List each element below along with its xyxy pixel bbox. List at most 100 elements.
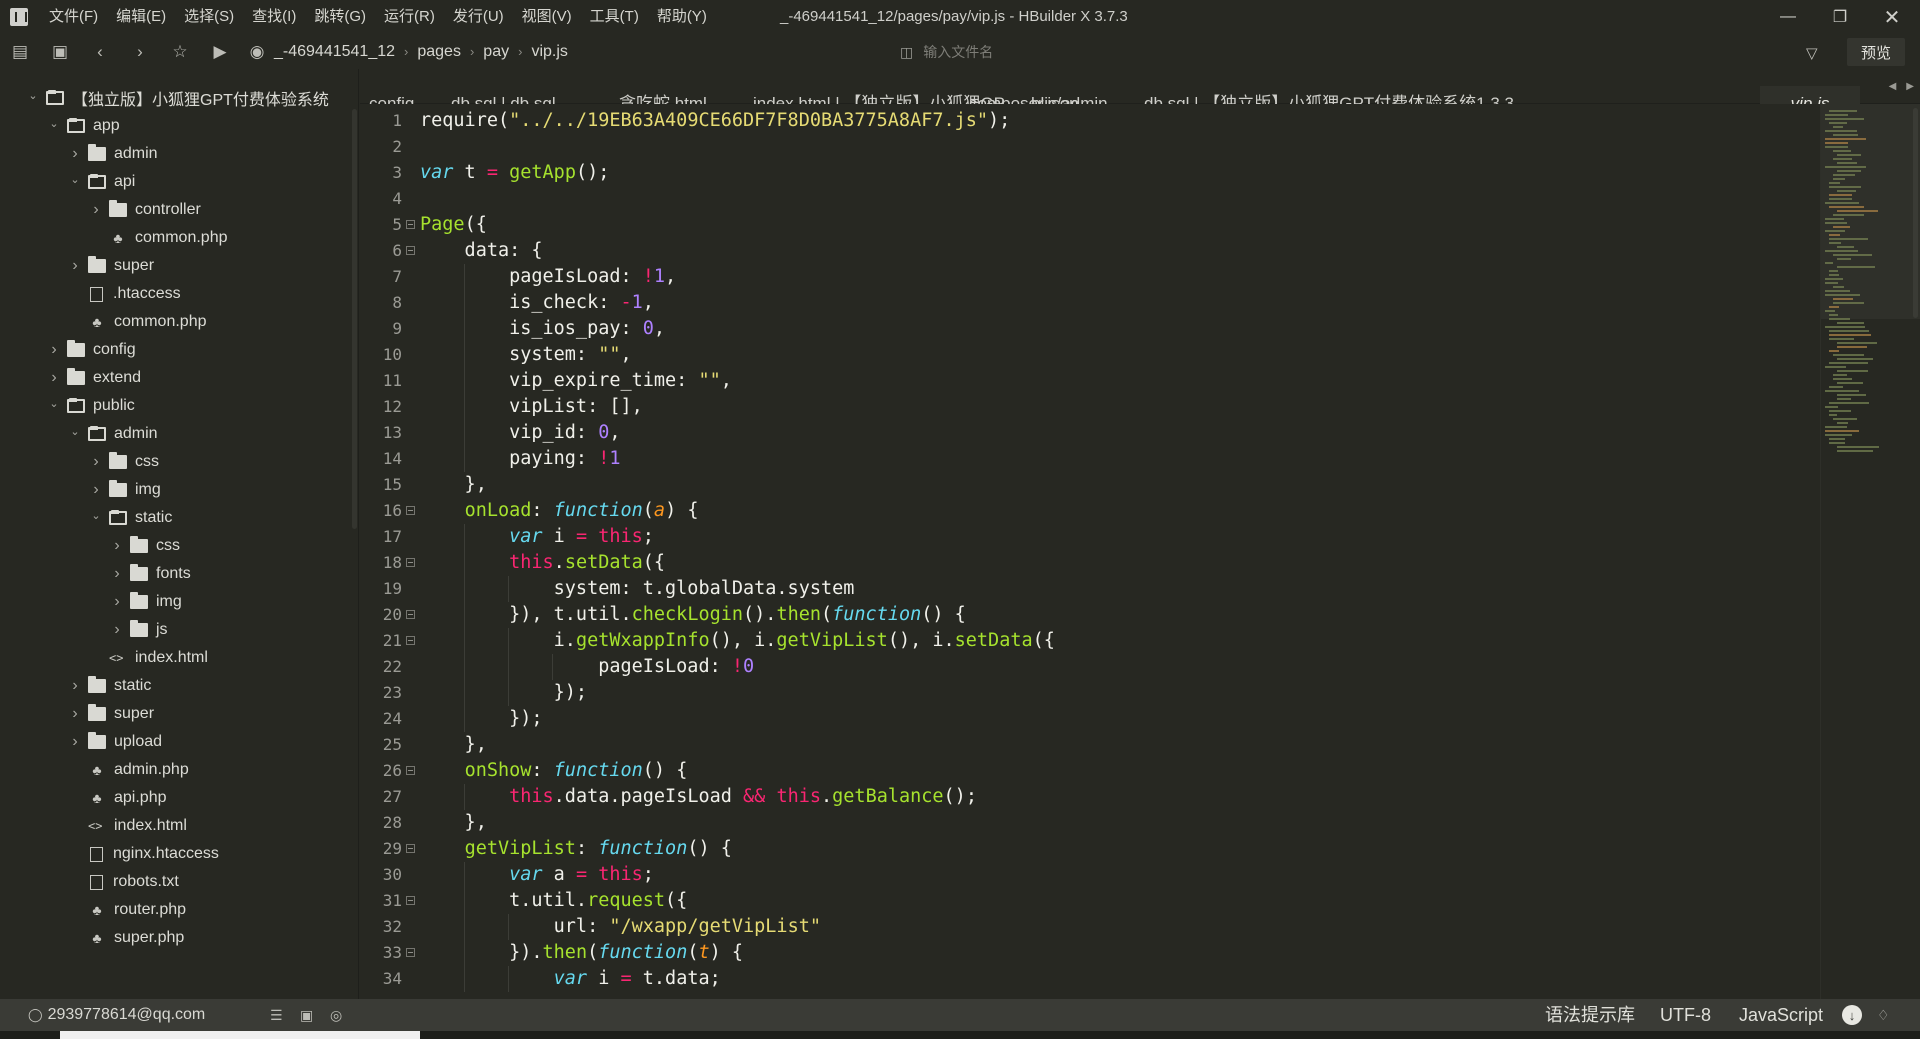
chevron-right-icon[interactable]: ›: [89, 481, 103, 499]
encoding[interactable]: UTF-8: [1660, 999, 1711, 1031]
fold-toggle-icon[interactable]: [406, 636, 415, 645]
chevron-right-icon[interactable]: ›: [110, 593, 124, 611]
code-line[interactable]: 29 getVipList: function() {: [360, 836, 1820, 862]
chevron-down-icon[interactable]: ⌄: [47, 117, 61, 130]
code-line[interactable]: 13 vip_id: 0,: [360, 420, 1820, 446]
chevron-down-icon[interactable]: ⌄: [89, 509, 103, 522]
tab-scroll-left-icon[interactable]: ◀: [1889, 81, 1897, 92]
fold-toggle-icon[interactable]: [406, 948, 415, 957]
breadcrumb-item[interactable]: pages: [417, 43, 461, 61]
code-line[interactable]: 6 data: {: [360, 238, 1820, 264]
chevron-right-icon[interactable]: ›: [68, 257, 82, 275]
code-line[interactable]: 32 url: "/wxapp/getVipList": [360, 914, 1820, 940]
close-icon[interactable]: ✕: [1866, 0, 1918, 34]
tree-item[interactable]: ⌄ public: [0, 392, 350, 420]
code-line[interactable]: 9 is_ios_pay: 0,: [360, 316, 1820, 342]
tree-item[interactable]: › img: [0, 476, 350, 504]
restore-icon[interactable]: ❐: [1814, 0, 1866, 34]
code-line[interactable]: 26 onShow: function() {: [360, 758, 1820, 784]
chevron-right-icon[interactable]: ›: [68, 705, 82, 723]
chevron-right-icon[interactable]: ›: [110, 565, 124, 583]
code-editor[interactable]: 1 require("../../19EB63A409CE66DF7F8D0BA3…: [360, 104, 1820, 999]
code-line[interactable]: 21 i.getWxappInfo(), i.getVipList(), i.s…: [360, 628, 1820, 654]
code-line[interactable]: 14 paying: !1: [360, 446, 1820, 472]
new-file-icon[interactable]: ▤: [0, 34, 40, 69]
menu-item[interactable]: 发行(U): [444, 0, 513, 34]
code-line[interactable]: 23 });: [360, 680, 1820, 706]
code-line[interactable]: 17 var i = this;: [360, 524, 1820, 550]
language-mode[interactable]: JavaScript: [1739, 999, 1823, 1031]
code-line[interactable]: 33 }).then(function(t) {: [360, 940, 1820, 966]
tree-item[interactable]: nginx.htaccess: [0, 840, 350, 868]
tree-item[interactable]: ♣ router.php: [0, 896, 350, 924]
code-line[interactable]: 2: [360, 134, 1820, 160]
chevron-right-icon[interactable]: ›: [47, 341, 61, 359]
code-line[interactable]: 25 },: [360, 732, 1820, 758]
file-search[interactable]: ◫: [900, 40, 1480, 64]
tree-item[interactable]: › super: [0, 700, 350, 728]
code-line[interactable]: 8 is_check: -1,: [360, 290, 1820, 316]
code-line[interactable]: 22 pageIsLoad: !0: [360, 654, 1820, 680]
chevron-right-icon[interactable]: ›: [68, 733, 82, 751]
forward-icon[interactable]: ›: [120, 34, 160, 69]
tree-item[interactable]: <> index.html: [0, 644, 350, 672]
code-line[interactable]: 20 }), t.util.checkLogin().then(function…: [360, 602, 1820, 628]
tree-item[interactable]: › extend: [0, 364, 350, 392]
fold-toggle-icon[interactable]: [406, 844, 415, 853]
code-line[interactable]: 10 system: "",: [360, 342, 1820, 368]
chevron-right-icon[interactable]: ›: [68, 145, 82, 163]
chevron-down-icon[interactable]: ⌄: [26, 89, 40, 102]
filter-icon[interactable]: ▽: [1806, 44, 1818, 62]
tree-item[interactable]: › static: [0, 672, 350, 700]
fold-toggle-icon[interactable]: [406, 246, 415, 255]
menu-item[interactable]: 视图(V): [513, 0, 581, 34]
menu-item[interactable]: 查找(I): [243, 0, 305, 34]
tree-item[interactable]: › fonts: [0, 560, 350, 588]
code-line[interactable]: 19 system: t.globalData.system: [360, 576, 1820, 602]
tree-item[interactable]: robots.txt: [0, 868, 350, 896]
minimap[interactable]: [1820, 104, 1920, 999]
menu-item[interactable]: 工具(T): [581, 0, 648, 34]
tree-item[interactable]: › controller: [0, 196, 350, 224]
tree-item[interactable]: › upload: [0, 728, 350, 756]
code-line[interactable]: 11 vip_expire_time: "",: [360, 368, 1820, 394]
chevron-right-icon[interactable]: ›: [110, 621, 124, 639]
sidebar-scrollbar[interactable]: [352, 109, 357, 529]
code-line[interactable]: 4: [360, 186, 1820, 212]
chevron-right-icon[interactable]: ›: [68, 677, 82, 695]
code-line[interactable]: 1 require("../../19EB63A409CE66DF7F8D0BA3…: [360, 108, 1820, 134]
tree-item[interactable]: › config: [0, 336, 350, 364]
chevron-down-icon[interactable]: ⌄: [68, 425, 82, 438]
download-icon[interactable]: ↓: [1842, 1005, 1862, 1025]
save-icon[interactable]: ▣: [40, 34, 80, 69]
chevron-down-icon[interactable]: ⌄: [47, 397, 61, 410]
menu-item[interactable]: 跳转(G): [305, 0, 375, 34]
chevron-right-icon[interactable]: ›: [47, 369, 61, 387]
fold-toggle-icon[interactable]: [406, 896, 415, 905]
code-line[interactable]: 30 var a = this;: [360, 862, 1820, 888]
preview-button[interactable]: 预览: [1847, 38, 1905, 66]
menu-item[interactable]: 编辑(E): [107, 0, 175, 34]
code-line[interactable]: 27 this.data.pageIsLoad && this.getBalan…: [360, 784, 1820, 810]
minimize-icon[interactable]: —: [1762, 0, 1814, 34]
code-line[interactable]: 24 });: [360, 706, 1820, 732]
tree-item[interactable]: › super: [0, 252, 350, 280]
fold-toggle-icon[interactable]: [406, 220, 415, 229]
tree-item[interactable]: ♣ api.php: [0, 784, 350, 812]
tree-item[interactable]: ♣ super.php: [0, 924, 350, 952]
menu-item[interactable]: 文件(F): [40, 0, 107, 34]
globe-icon[interactable]: ◎: [330, 999, 342, 1031]
tab-scroll-right-icon[interactable]: ▶: [1906, 81, 1914, 92]
editor-scrollbar[interactable]: [1913, 108, 1918, 318]
breadcrumb-item[interactable]: vip.js: [531, 43, 567, 61]
file-search-input[interactable]: [923, 44, 1424, 60]
tree-item[interactable]: ⌄ admin: [0, 420, 350, 448]
tree-item[interactable]: <> index.html: [0, 812, 350, 840]
run-icon[interactable]: ▶: [200, 34, 240, 69]
menu-item[interactable]: 选择(S): [175, 0, 243, 34]
syntax-library[interactable]: 语法提示库: [1545, 999, 1635, 1031]
code-line[interactable]: 34 var i = t.data;: [360, 966, 1820, 992]
fold-toggle-icon[interactable]: [406, 558, 415, 567]
tree-item[interactable]: ⌄ app: [0, 112, 350, 140]
tree-item[interactable]: › css: [0, 532, 350, 560]
